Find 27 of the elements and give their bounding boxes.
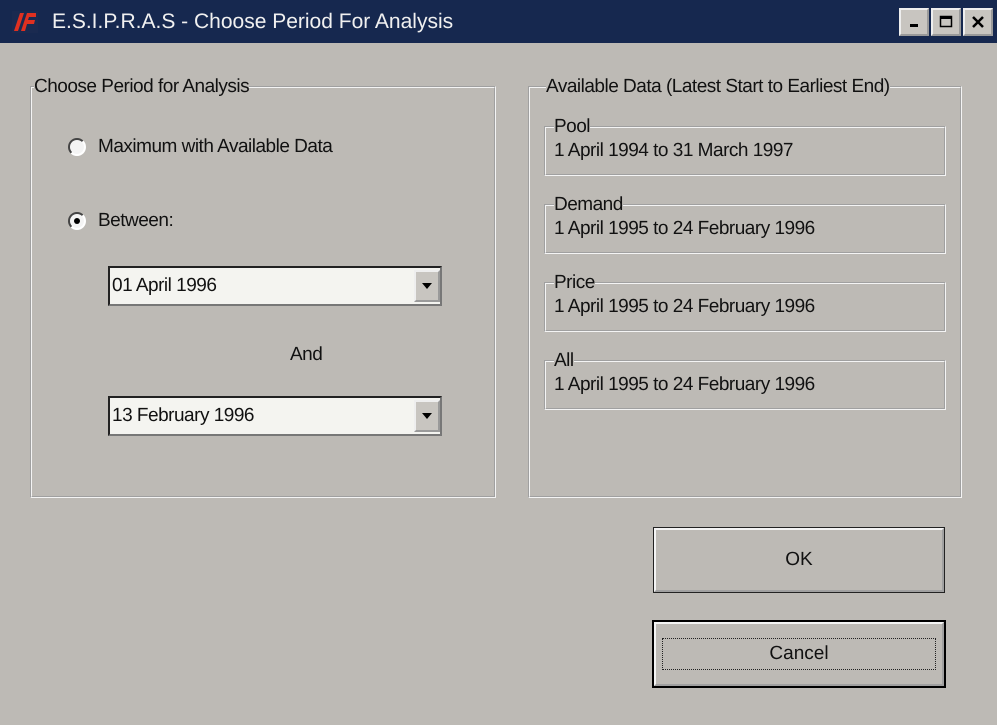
start-date-dropdown[interactable]: 01 April 1996 — [108, 266, 442, 306]
dropdown-arrow-icon — [422, 283, 432, 289]
dropdown-arrow-icon — [422, 413, 432, 419]
minimize-icon — [910, 24, 918, 27]
end-date-dropdown[interactable]: 13 February 1996 — [108, 396, 442, 436]
dataset-name: Price — [554, 272, 595, 294]
date-range: 1 April 1995 to 24 February 1996 — [554, 218, 816, 240]
dataset-name: Demand — [554, 194, 623, 216]
radio-option[interactable]: Maximum with Available Data — [68, 136, 332, 158]
dataset-name: Pool — [554, 116, 590, 138]
date-range: 1 April 1994 to 31 March 1997 — [554, 140, 794, 162]
dataset-name: All — [554, 350, 574, 372]
radio-option[interactable]: Between: — [68, 210, 174, 232]
window-title: E.S.I.P.R.A.S - Choose Period For Analysis — [52, 10, 454, 34]
close-icon — [971, 14, 985, 28]
app-logo-icon — [12, 10, 38, 32]
maximize-button[interactable] — [931, 8, 961, 36]
close-button[interactable] — [963, 8, 993, 36]
cancel-button[interactable]: Cancel — [654, 622, 944, 686]
date-range: 1 April 1995 to 24 February 1996 — [554, 296, 816, 318]
group-title: Choose Period for Analysis — [34, 76, 250, 98]
and-label: And — [290, 344, 322, 366]
maximize-icon — [939, 14, 953, 28]
ok-button[interactable]: OK — [654, 528, 944, 592]
date-range: 1 April 1995 to 24 February 1996 — [554, 374, 816, 396]
minimize-button[interactable] — [899, 8, 929, 36]
group-title: Available Data (Latest Start to Earliest End) — [546, 76, 890, 98]
